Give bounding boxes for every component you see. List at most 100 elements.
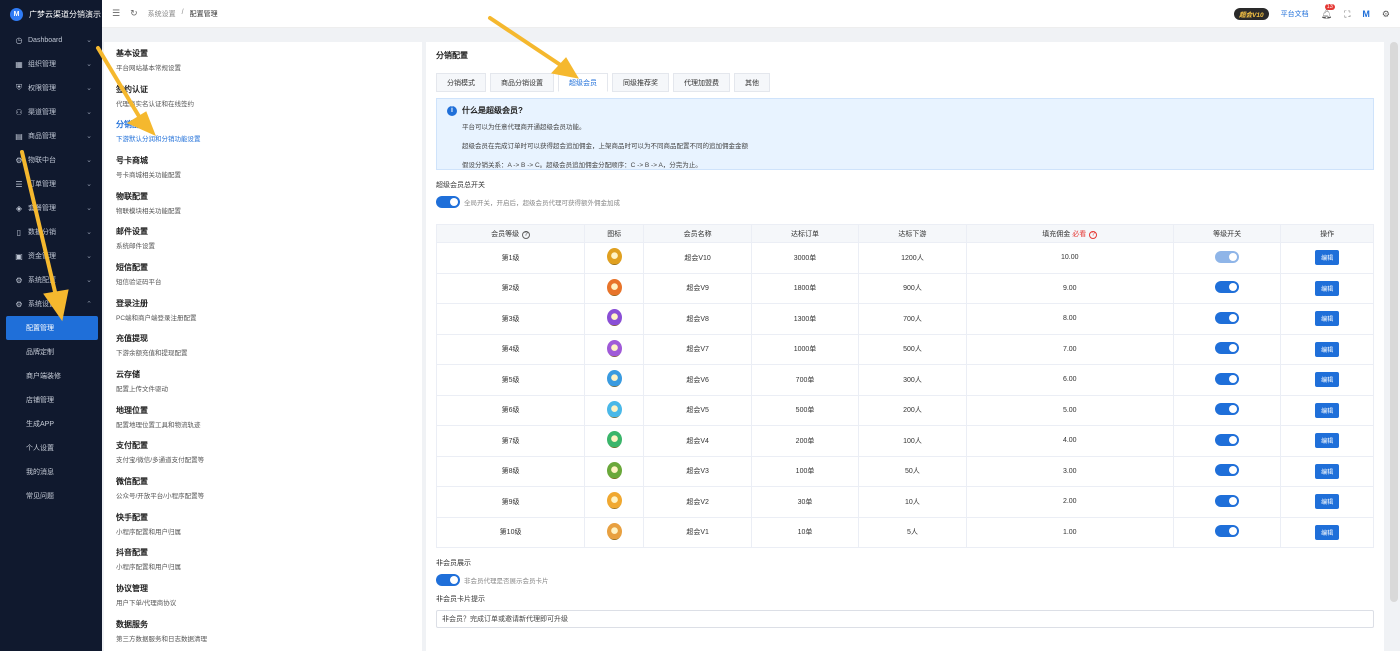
sidebar-subitem[interactable]: 配置管理	[6, 316, 98, 340]
level-toggle[interactable]	[1215, 433, 1240, 446]
sidebar-subitem[interactable]: 个人设置	[0, 436, 102, 460]
level-toggle[interactable]	[1215, 372, 1240, 385]
sidebar-item[interactable]: ▣ 资金管理 ⌄	[0, 244, 102, 268]
sidebar-item[interactable]: ⚇ 渠道管理 ⌄	[0, 100, 102, 124]
settings-menu-item[interactable]: 短信配置 短信验证码平台	[104, 256, 422, 292]
level-toggle[interactable]	[1215, 464, 1240, 477]
sidebar-subitem[interactable]: 品牌定制	[0, 340, 102, 364]
name-cell: 超会V5	[643, 394, 752, 426]
tab[interactable]: 超级会员	[558, 73, 608, 92]
sidebar-item[interactable]: ⚙ 系统配置 ⌄	[0, 268, 102, 292]
shield-icon: ⛨	[16, 83, 22, 92]
settings-menu-item[interactable]: 云存储 配置上传文件驱动	[104, 363, 422, 399]
settings-menu-item[interactable]: 签约认证 代理商实名认证和在线签约	[104, 78, 422, 114]
edit-button[interactable]: 编辑	[1315, 524, 1340, 540]
sidebar-subitem[interactable]: 常见问题	[0, 484, 102, 508]
orders-cell: 1300单	[750, 303, 860, 335]
tab[interactable]: 同级推荐奖	[612, 73, 669, 92]
sidebar-subitem[interactable]: 生成APP	[0, 412, 102, 436]
level-toggle[interactable]	[1215, 342, 1240, 355]
action-cell: 编辑	[1280, 242, 1374, 274]
sidebar-item-label: 系统设置	[28, 301, 56, 308]
tab[interactable]: 商品分销设置	[490, 73, 554, 92]
sidebar-item[interactable]: ◷ Dashboard ⌄	[0, 28, 102, 52]
edit-button[interactable]: 编辑	[1315, 280, 1340, 296]
sidebar-item[interactable]: ⚙ 系统设置 ⌃	[0, 292, 102, 316]
sidebar-item[interactable]: ▦ 组织管理 ⌄	[0, 52, 102, 76]
settings-menu-item[interactable]: 抖音配置 小程序配置和用户归属	[104, 542, 422, 578]
tab[interactable]: 代理加盟费	[673, 73, 730, 92]
settings-menu-item[interactable]: 邮件设置 系统邮件设置	[104, 220, 422, 256]
sidebar-subitem[interactable]: 店铺管理	[0, 388, 102, 412]
orders-cell: 3000单	[750, 242, 860, 274]
name-cell: 超会V9	[643, 272, 752, 304]
level-toggle[interactable]	[1215, 403, 1240, 416]
breadcrumb-item[interactable]: 系统设置	[148, 9, 176, 19]
settings-menu-item[interactable]: 微信配置 公众号/开放平台/小程序配置等	[104, 470, 422, 506]
gear-icon[interactable]: ⚙	[1382, 9, 1390, 20]
settings-menu-item[interactable]: 基本设置 平台网站基本常规设置	[104, 42, 422, 78]
doc-link[interactable]: 平台文档	[1281, 9, 1309, 19]
master-switch-toggle[interactable]	[436, 196, 460, 208]
settings-menu-item[interactable]: 号卡商城 号卡商城相关功能配置	[104, 149, 422, 185]
settings-menu-item[interactable]: 分销配置 下游默认分润和分销功能设置	[104, 113, 422, 149]
level-toggle[interactable]	[1215, 311, 1240, 324]
chevron-icon: ⌄	[86, 109, 92, 116]
settings-menu-item[interactable]: 协议管理 用户下单/代理商协议	[104, 577, 422, 613]
sidebar-item[interactable]: ☰ 订单管理 ⌄	[0, 172, 102, 196]
col-header: 操作	[1280, 224, 1374, 243]
commission-cell: 4.00	[965, 425, 1174, 457]
required-tag[interactable]: 必看	[1072, 231, 1086, 238]
tab[interactable]: 其他	[734, 73, 770, 92]
edit-button[interactable]: 编辑	[1315, 463, 1340, 479]
sidebar-subitem[interactable]: 商户端装修	[0, 364, 102, 388]
sidebar-item[interactable]: ▤ 商品管理 ⌄	[0, 124, 102, 148]
orders-cell: 10单	[750, 516, 860, 548]
tab[interactable]: 分销模式	[436, 73, 486, 92]
system-icon: ⚙	[15, 275, 23, 285]
settings-menu-item[interactable]: 数据服务 第三方数据服务和日志数据清理	[104, 613, 422, 649]
card-hint-label: 非会员卡片提示	[436, 596, 485, 603]
level-toggle[interactable]	[1215, 494, 1240, 507]
help-icon[interactable]: ?	[522, 230, 531, 239]
help-icon[interactable]: ?	[1089, 230, 1098, 239]
settings-menu-item[interactable]: 支付配置 支付宝/微信/多通道支付配置等	[104, 435, 422, 471]
sidebar-item[interactable]: ⛨ 权限管理 ⌄	[0, 76, 102, 100]
edit-button[interactable]: 编辑	[1315, 250, 1340, 266]
level-toggle[interactable]	[1215, 281, 1240, 294]
refresh-icon[interactable]: ↻	[130, 8, 138, 19]
commission-cell: 10.00	[965, 242, 1174, 274]
brand[interactable]: M 广梦云渠道分销演示	[0, 0, 102, 28]
scrollbar[interactable]	[1390, 42, 1398, 602]
level-toggle[interactable]	[1215, 250, 1240, 263]
edit-button[interactable]: 编辑	[1315, 341, 1340, 357]
edit-button[interactable]: 编辑	[1315, 372, 1340, 388]
info-icon: i	[447, 105, 457, 116]
bell-icon[interactable]: 🔔︎ 13	[1321, 3, 1335, 20]
settings-menu-item[interactable]: 物联配置 物联模块相关功能配置	[104, 185, 422, 221]
brand-mark-icon[interactable]: M	[1362, 9, 1370, 19]
sidebar-item[interactable]: ◈ 套餐管理 ⌄	[0, 196, 102, 220]
edit-button[interactable]: 编辑	[1315, 311, 1340, 327]
table-row: 第10级 超会V1 10单 5人 1.00 编辑	[435, 516, 1374, 548]
settings-menu-title: 数据服务	[116, 619, 148, 629]
fullscreen-icon[interactable]: ⛶	[1344, 9, 1350, 20]
sidebar-item[interactable]: ▯ 数据分销 ⌄	[0, 220, 102, 244]
edit-button[interactable]: 编辑	[1315, 402, 1340, 418]
settings-menu-item[interactable]: 充值提现 下游余额充值和提现配置	[104, 328, 422, 364]
sidebar-subitem[interactable]: 我的消息	[0, 460, 102, 484]
edit-button[interactable]: 编辑	[1315, 494, 1340, 510]
settings-menu-item[interactable]: 登录注册 PC端和商户端登录注册配置	[104, 292, 422, 328]
medal-icon	[606, 461, 622, 479]
non-member-toggle[interactable]	[436, 574, 460, 586]
edit-button[interactable]: 编辑	[1315, 433, 1340, 449]
card-hint-input[interactable]: 非会员？完成订单或邀请新代理即可升级	[436, 610, 1374, 628]
sidebar-item[interactable]: ⚙ 物联中台 ⌄	[0, 148, 102, 172]
menu-toggle-icon[interactable]: ☰	[112, 8, 120, 19]
chevron-icon: ⌃	[86, 301, 92, 308]
downstream-cell: 700人	[858, 303, 967, 335]
level-toggle[interactable]	[1215, 525, 1240, 538]
level-cell: 第5级	[435, 364, 586, 396]
settings-menu-item[interactable]: 地理位置 配置地理位置工具和物流轨迹	[104, 399, 422, 435]
settings-menu-item[interactable]: 快手配置 小程序配置和用户归属	[104, 506, 422, 542]
